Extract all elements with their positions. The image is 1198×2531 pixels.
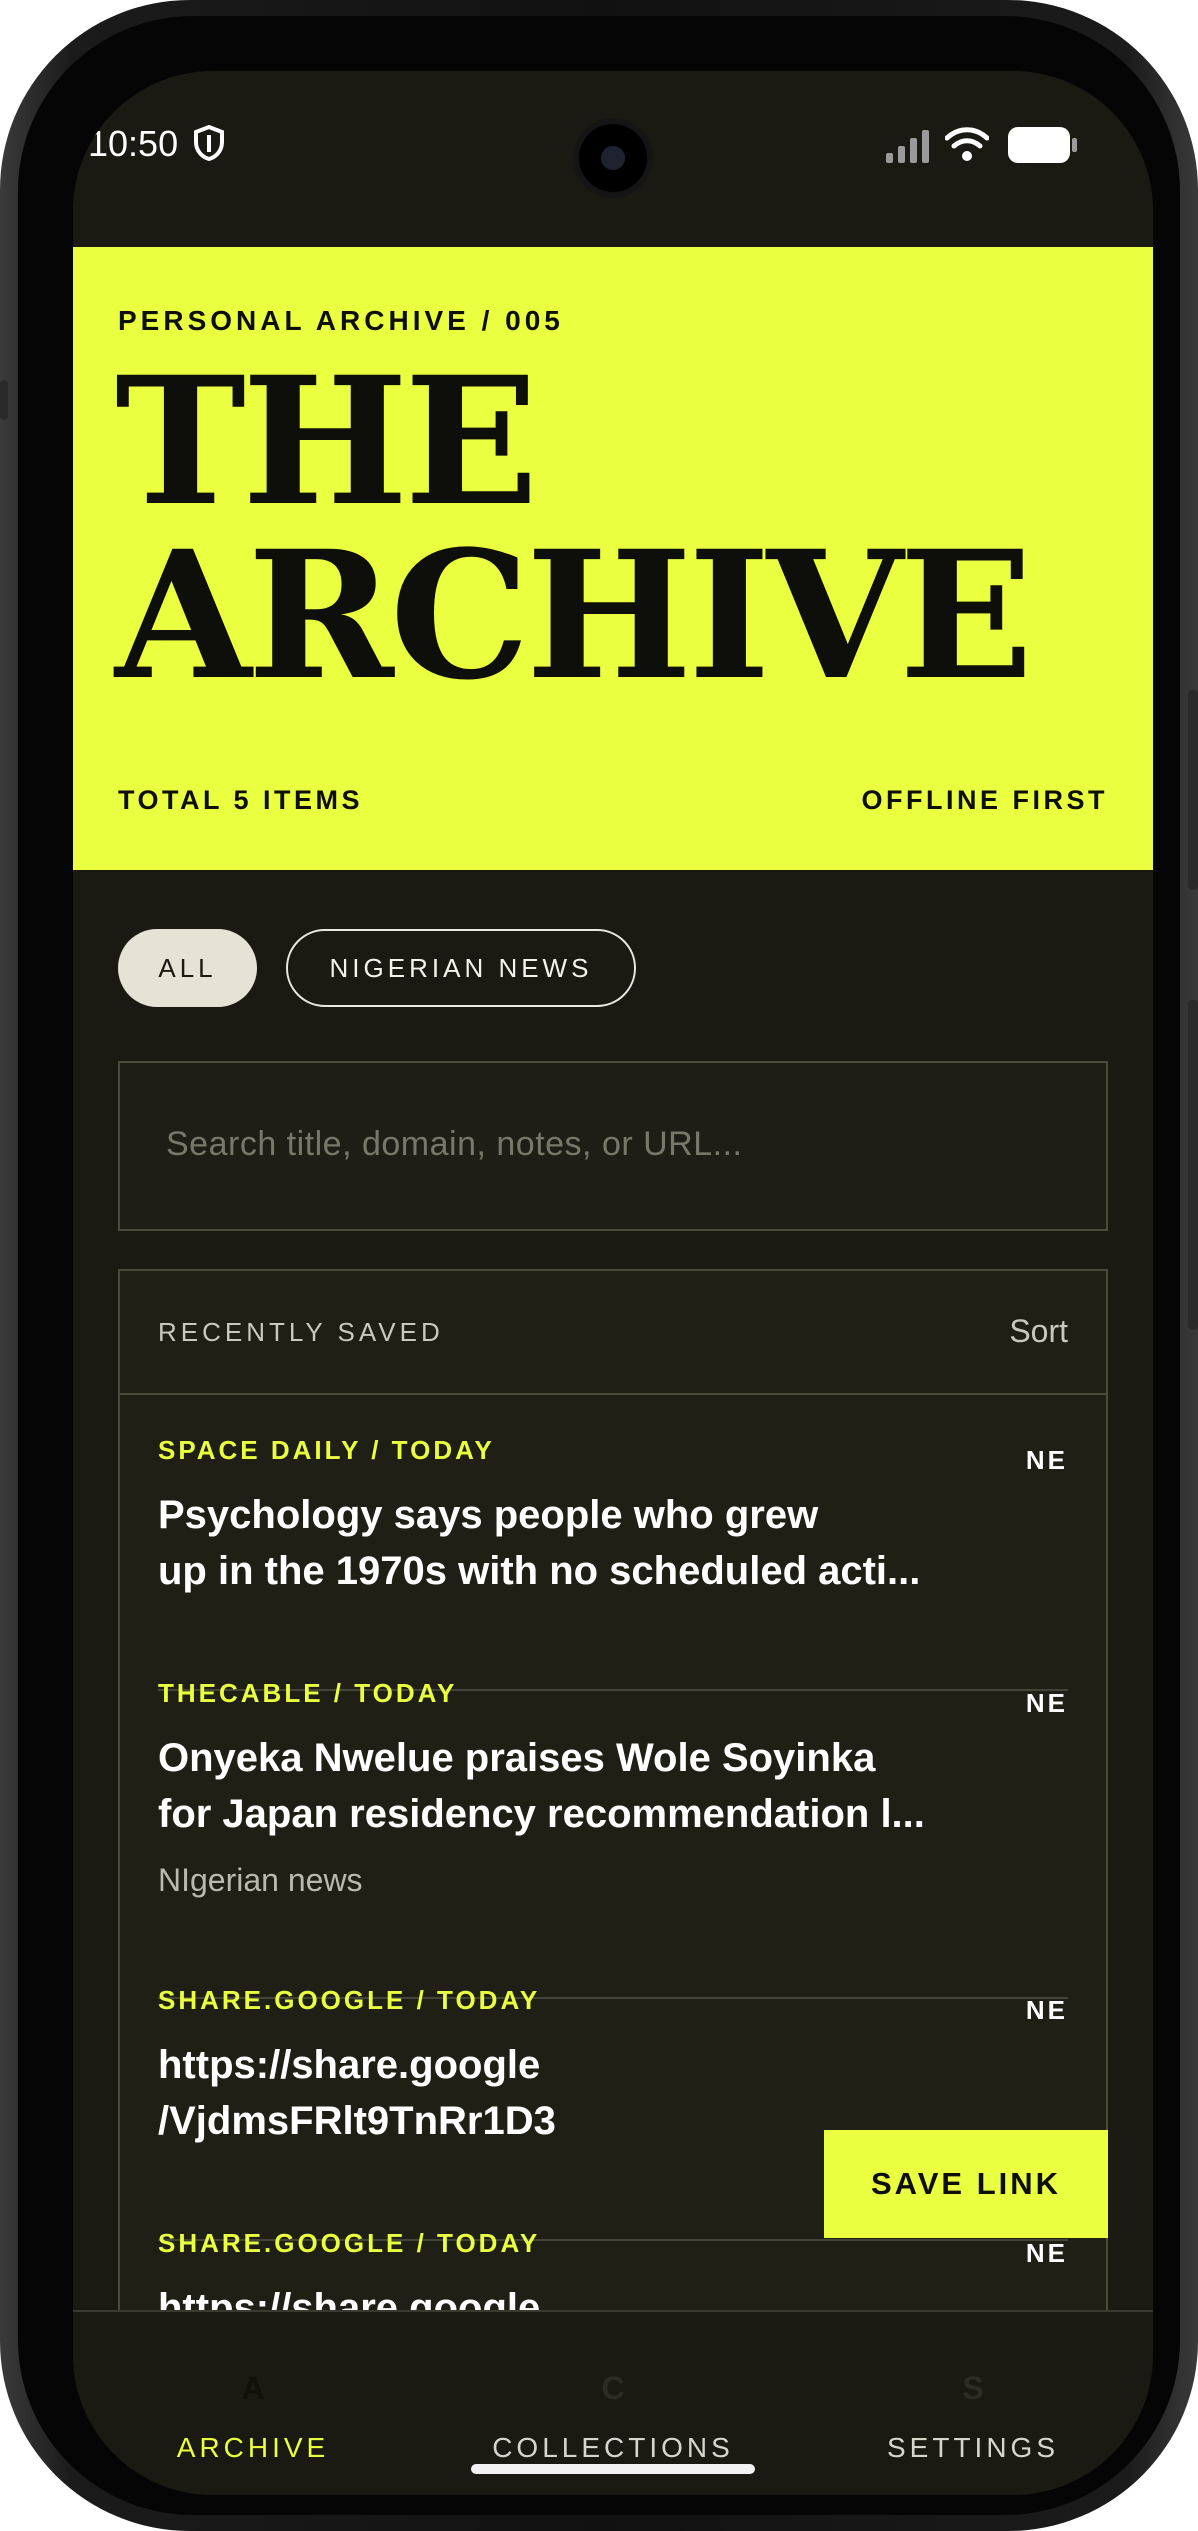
item-tag: NE [1025,2238,1068,2268]
battery-icon [1008,127,1077,163]
signal-icon [886,130,929,163]
status-time: 10:50 [88,123,179,164]
nav-item-archive[interactable]: A ARCHIVE [73,2312,433,2495]
page-title-line-1: THE [115,338,538,545]
item-tag: NE [1025,1995,1068,2025]
bezel: 10:50 PERSONAL ARCHIVE / 005 THE ARCHIVE… [18,16,1180,2515]
action-button [0,380,8,420]
volume-button [1188,690,1198,890]
item-source: SHARE.GOOGLE / TODAY [158,2228,541,2258]
item-title: Onyeka Nwelue praises Wole Soyinka for J… [158,1736,925,1836]
list-heading: RECENTLY SAVED [158,1317,444,1347]
collections-icon: C [601,2370,625,2406]
item-note: NIgerian news [158,1862,363,1898]
nav-item-settings[interactable]: S SETTINGS [793,2312,1153,2495]
filter-chip-all[interactable]: ALL [118,929,257,1007]
screen: 10:50 PERSONAL ARCHIVE / 005 THE ARCHIVE… [73,71,1153,2495]
offline-badge: OFFLINE FIRST [861,785,1108,815]
list-header: RECENTLY SAVED Sort [120,1271,1106,1395]
status-bar: 10:50 [73,71,1153,247]
nav-label: COLLECTIONS [492,2432,734,2463]
item-tag: NE [1025,1688,1068,1718]
settings-icon: S [962,2370,984,2406]
wifi-icon [945,127,989,161]
power-button [1188,1000,1198,1330]
item-tag: NE [1025,1445,1068,1475]
item-title: Psychology says people who grew up in th… [158,1493,921,1593]
phone-frame: 10:50 PERSONAL ARCHIVE / 005 THE ARCHIVE… [0,0,1198,2531]
archive-icon: A [241,2370,265,2406]
nav-label: ARCHIVE [176,2432,330,2463]
front-camera [573,118,653,198]
nav-label: SETTINGS [886,2432,1059,2463]
item-source: SPACE DAILY / TODAY [158,1435,495,1465]
page-title-line-2: ARCHIVE [115,512,1033,719]
page-title: THE ARCHIVE [115,338,1033,719]
save-link-button[interactable]: SAVE LINK [824,2130,1108,2238]
item-count: TOTAL 5 ITEMS [118,785,364,815]
home-indicator[interactable] [471,2464,755,2474]
item-source: THECABLE / TODAY [158,1678,458,1708]
filter-chip-nigerian-news[interactable]: NIGERIAN NEWS [286,929,636,1007]
item-source: SHARE.GOOGLE / TODAY [158,1985,541,2015]
hero-banner: PERSONAL ARCHIVE / 005 THE ARCHIVE TOTAL… [73,247,1153,870]
sort-button[interactable]: Sort [1009,1313,1068,1350]
hero-eyebrow: PERSONAL ARCHIVE / 005 [118,305,564,336]
search-input[interactable]: Search title, domain, notes, or URL... [118,1061,1108,1231]
shield-icon [194,125,224,161]
